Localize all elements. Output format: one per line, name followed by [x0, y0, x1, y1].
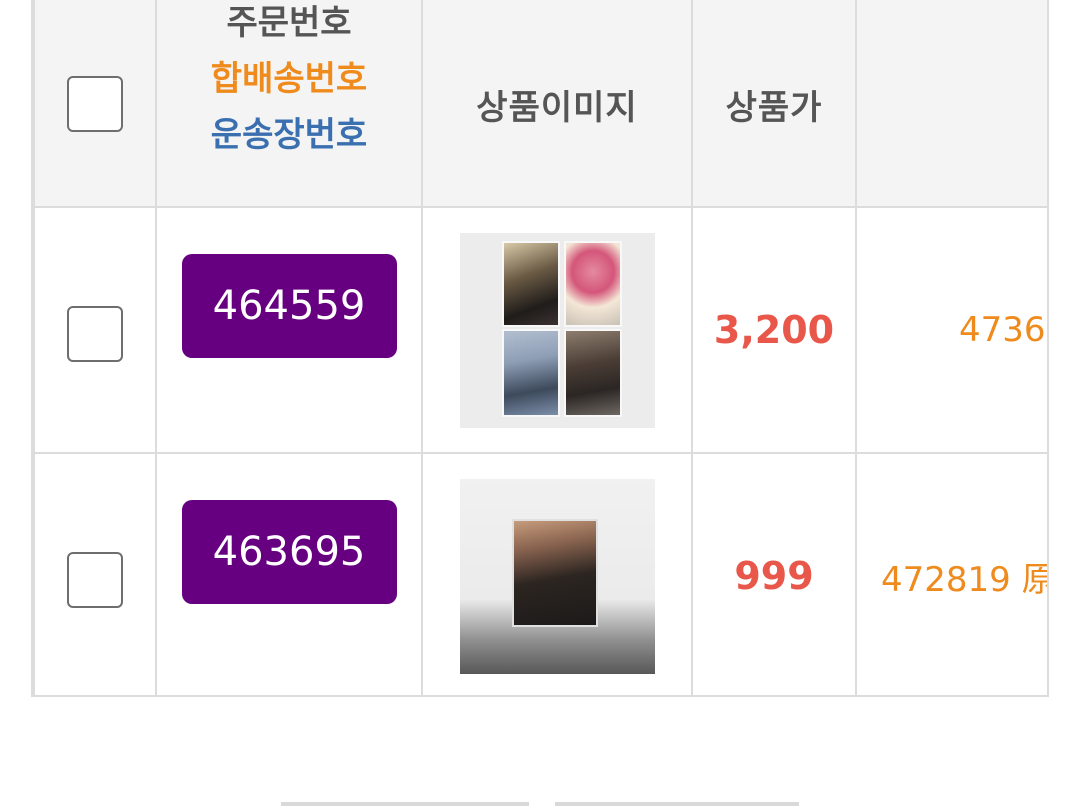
row-checkbox[interactable] — [67, 306, 123, 362]
photocard — [563, 328, 622, 417]
row-image-cell — [421, 206, 693, 454]
header-order-no: 주문번호 — [226, 3, 352, 43]
row-checkbox[interactable] — [67, 552, 123, 608]
photocard — [501, 328, 560, 417]
order-table: 주문번호 합배송번호 운송장번호 상품이미지 상품가 464559 3,200 … — [31, 0, 1049, 697]
product-price: 3,200 — [713, 308, 835, 352]
photocard — [563, 240, 622, 327]
header-bundle-no: 합배송번호 — [210, 59, 368, 99]
header-product-price: 상품가 — [725, 87, 823, 128]
pagination-button[interactable] — [555, 802, 799, 806]
header-extra-cell — [855, 0, 1047, 208]
header-product-image: 상품이미지 — [476, 87, 638, 128]
row-order-cell: 464559 — [155, 206, 423, 454]
select-all-checkbox[interactable] — [67, 76, 123, 132]
row-price-cell: 999 — [691, 452, 857, 695]
pagination-button[interactable] — [281, 802, 529, 806]
header-tracking-no: 운송장번호 — [210, 115, 368, 155]
header-order-cell: 주문번호 합배송번호 운송장번호 — [155, 0, 423, 208]
photocard — [501, 240, 560, 327]
row-checkbox-cell — [33, 452, 157, 695]
header-image-cell: 상품이미지 — [421, 0, 693, 208]
table-row: 464559 3,200 47364 — [33, 206, 1047, 454]
product-price: 999 — [734, 554, 814, 598]
header-checkbox-cell — [33, 0, 157, 208]
bundle-number: 472819 原 — [881, 559, 1049, 600]
row-image-cell — [421, 452, 693, 695]
order-number-button[interactable]: 463695 — [181, 500, 397, 604]
header-price-cell: 상품가 — [691, 0, 857, 208]
photocard — [511, 518, 598, 627]
bundle-number: 47364 — [959, 310, 1047, 350]
row-order-cell: 463695 — [155, 452, 423, 695]
row-checkbox-cell — [33, 206, 157, 454]
photocard-set-image[interactable] — [459, 232, 655, 428]
row-extra-cell: 472819 原 — [855, 452, 1049, 695]
single-photocard-image[interactable] — [459, 478, 655, 674]
order-number-button[interactable]: 464559 — [181, 254, 397, 358]
row-extra-cell: 47364 — [855, 206, 1047, 454]
table-header-row: 주문번호 합배송번호 운송장번호 상품이미지 상품가 — [33, 0, 1047, 208]
table-row: 463695 999 472819 原 — [33, 452, 1049, 695]
row-price-cell: 3,200 — [691, 206, 857, 454]
